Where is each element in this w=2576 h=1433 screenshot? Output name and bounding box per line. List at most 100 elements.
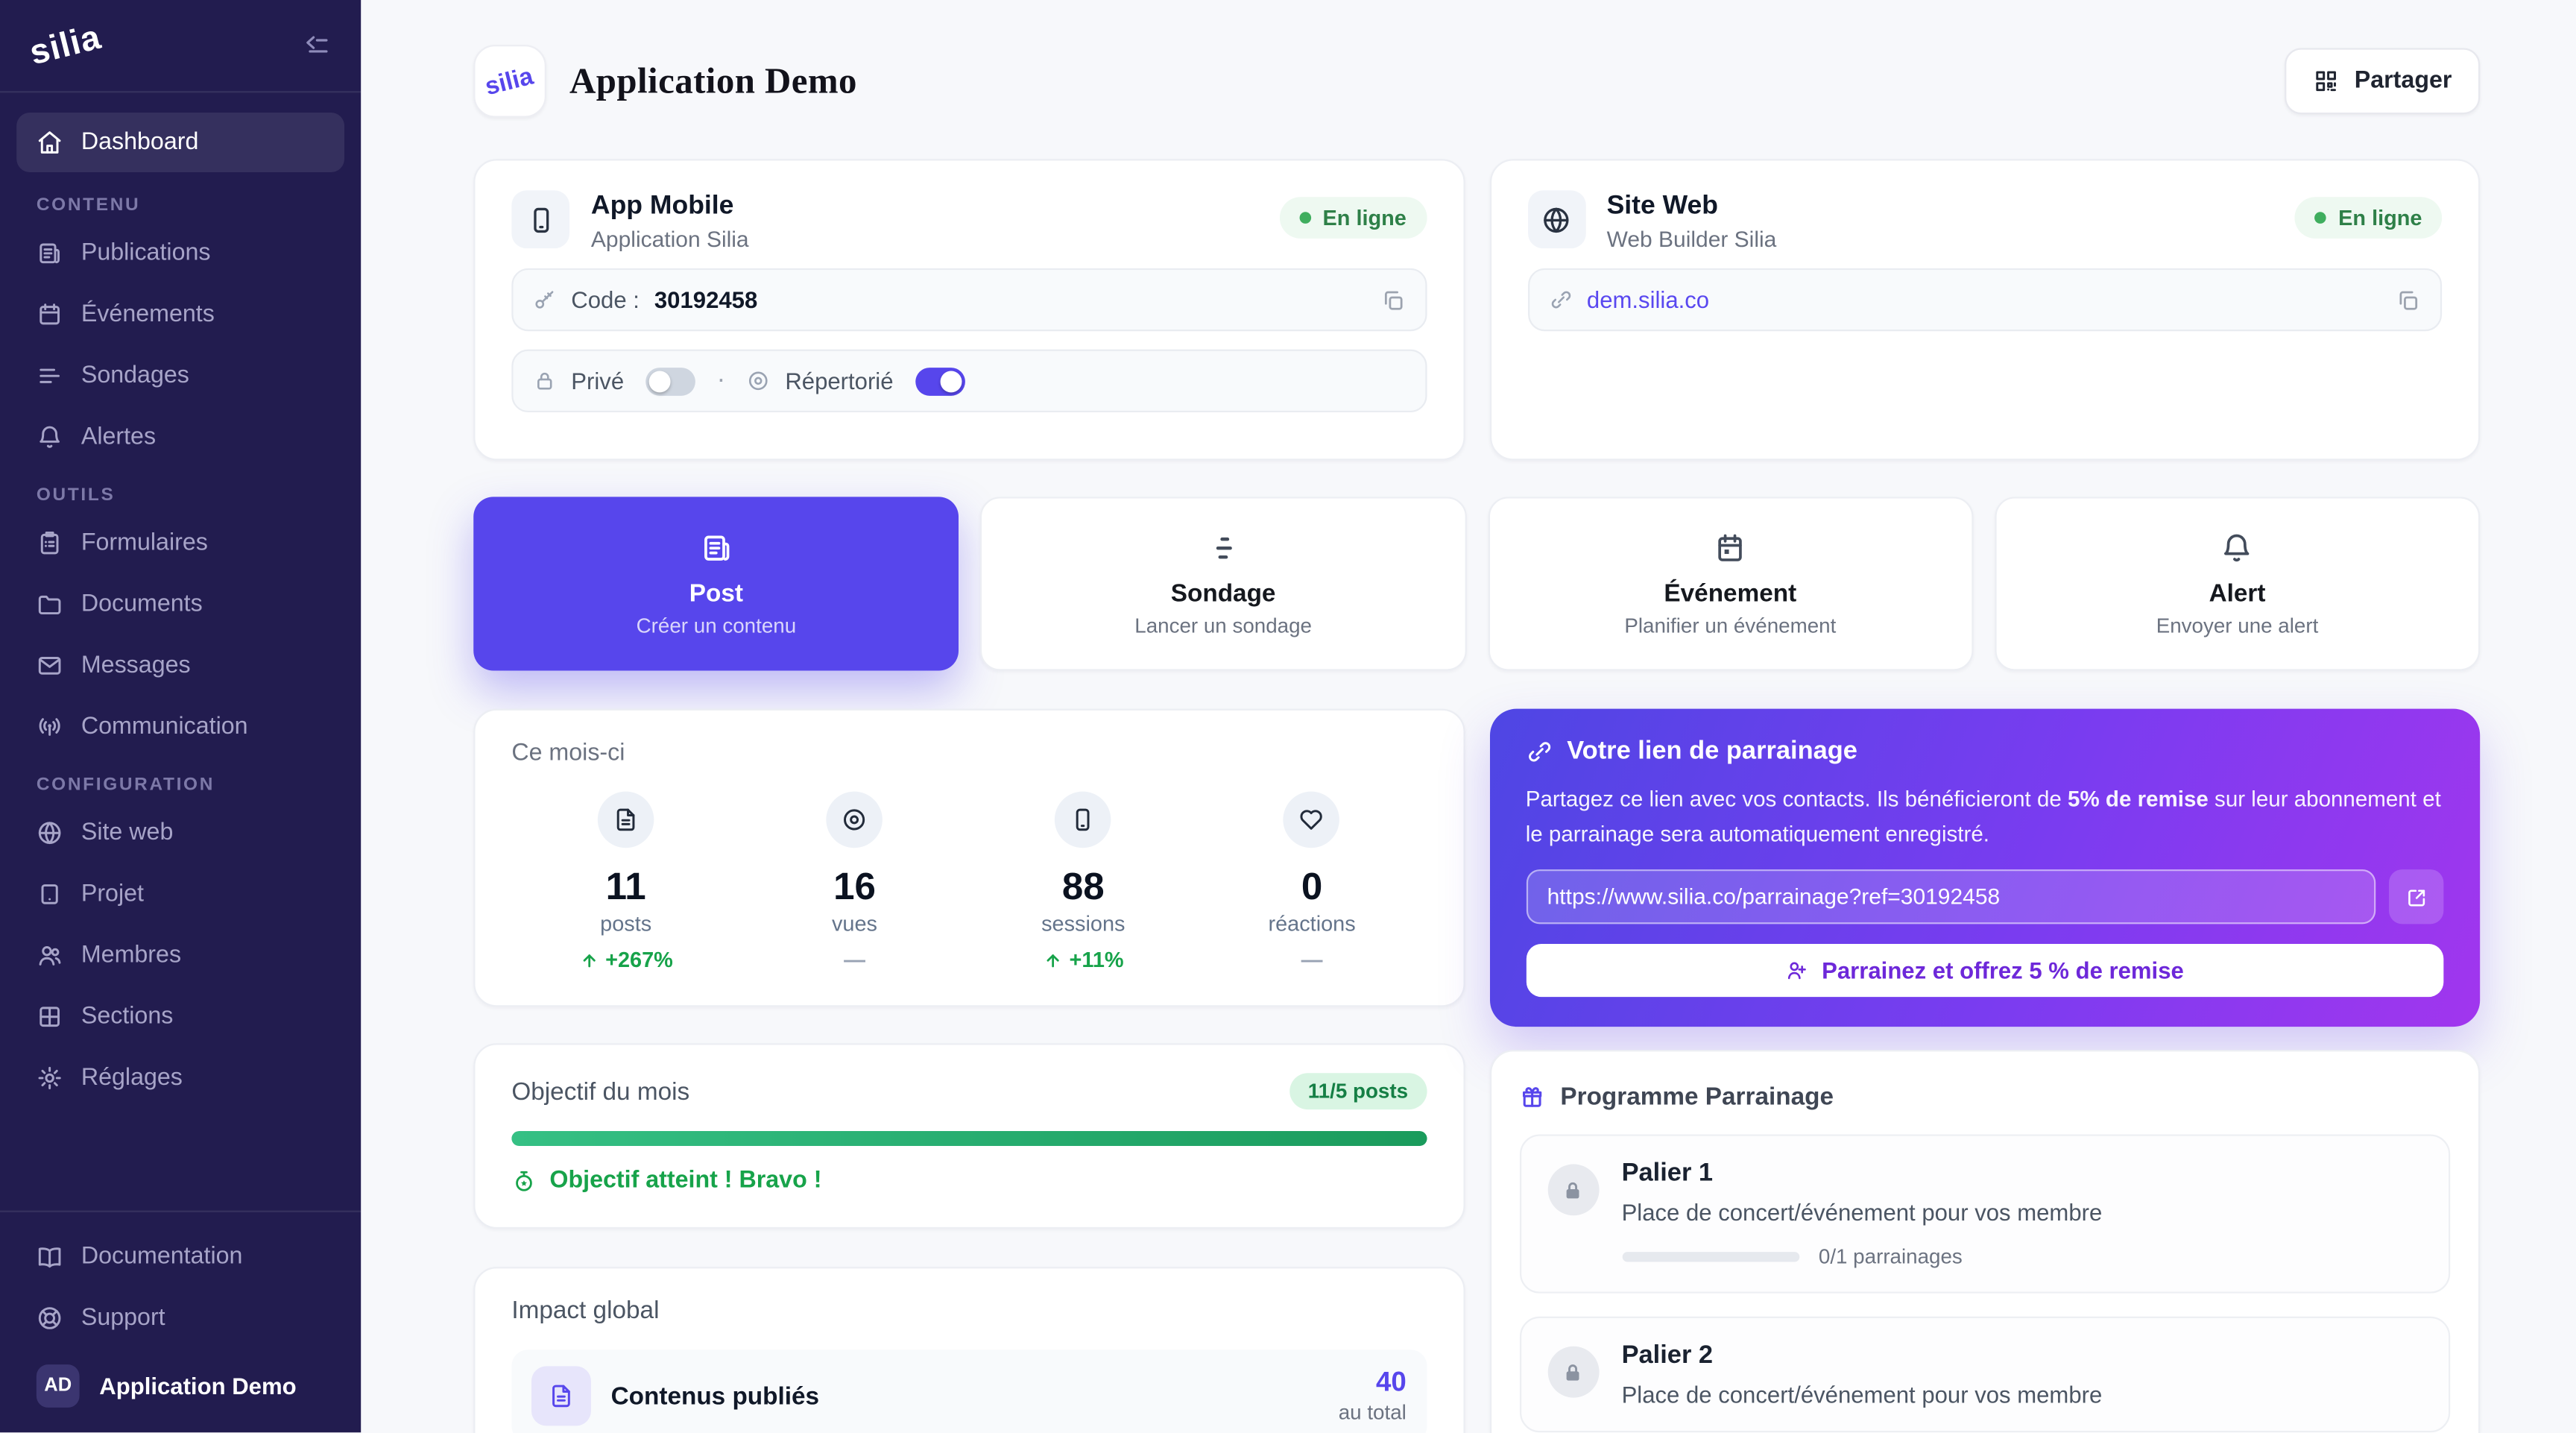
goal-card: Objectif du mois 11/5 posts Objectif att… [473, 1043, 1464, 1229]
action-description: Planifier un événement [1624, 614, 1836, 637]
tier-2: Palier 2 Place de concert/événement pour… [1519, 1317, 2450, 1432]
sidebar-item-sondages[interactable]: Sondages [16, 351, 344, 401]
goal-message-text: Objectif atteint ! Bravo ! [549, 1168, 821, 1194]
poll-lines-icon [37, 362, 63, 389]
app-mobile-titles: App Mobile Application Silia [591, 180, 749, 252]
smartphone-icon [511, 190, 569, 248]
grid-icon [37, 1004, 63, 1030]
goal-message: Objectif atteint ! Bravo ! [511, 1168, 1426, 1194]
sidebar-item-evenements[interactable]: Événements [16, 290, 344, 340]
status-badge: En ligne [1280, 197, 1427, 239]
account-row[interactable]: AD Application Demo [16, 1357, 344, 1417]
sidebar-item-dashboard[interactable]: Dashboard [16, 113, 344, 172]
app-logo-badge: silia [473, 45, 546, 118]
listed-toggle[interactable] [915, 367, 965, 395]
stat-label: posts [600, 911, 651, 936]
smartphone-icon [1055, 792, 1112, 848]
card-subtitle: Web Builder Silia [1607, 227, 1777, 251]
stat-change: +267% [579, 947, 673, 971]
tier-content: Palier 1 Place de concert/événement pour… [1622, 1159, 2103, 1269]
monthly-stats-card: Ce mois-ci 11 posts +267% [473, 709, 1464, 1007]
broadcast-icon [37, 714, 63, 740]
sidebar-item-support[interactable]: Support [16, 1294, 344, 1344]
top-cards-row: App Mobile Application Silia En ligne Co… [473, 159, 2480, 460]
sidebar-item-communication[interactable]: Communication [16, 702, 344, 752]
sidebar-item-messages[interactable]: Messages [16, 641, 344, 691]
site-url-link[interactable]: dem.silia.co [1587, 286, 1709, 313]
app-mobile-card: App Mobile Application Silia En ligne Co… [473, 159, 1464, 460]
code-label: Code : [571, 286, 640, 313]
sidebar-item-label: Communication [81, 714, 248, 740]
share-label: Partager [2355, 68, 2452, 95]
tier-1: Palier 1 Place de concert/événement pour… [1519, 1134, 2450, 1293]
referral-program-card: Programme Parrainage Palier 1 Place de c… [1489, 1050, 2480, 1433]
share-button[interactable]: Partager [2285, 48, 2480, 114]
home-icon [37, 129, 63, 156]
sidebar-item-publications[interactable]: Publications [16, 229, 344, 279]
sidebar-item-formulaires[interactable]: Formulaires [16, 518, 344, 568]
heart-icon [1284, 792, 1340, 848]
site-url-field: dem.silia.co [1527, 268, 2442, 331]
sidebar-item-reglages[interactable]: Réglages [16, 1054, 344, 1103]
sidebar-footer: Documentation Support AD Application Dem… [0, 1211, 361, 1433]
sidebar-item-sections[interactable]: Sections [16, 992, 344, 1042]
page-title: Application Demo [569, 60, 857, 103]
sidebar-item-label: Messages [81, 652, 191, 679]
action-label: Sondage [1171, 579, 1276, 607]
impact-value: 40 [1339, 1368, 1407, 1399]
copy-code-icon[interactable] [1380, 287, 1404, 312]
action-label: Alert [2209, 579, 2266, 607]
sidebar-item-site-web[interactable]: Site web [16, 808, 344, 858]
sidebar-item-label: Réglages [81, 1065, 183, 1092]
private-label: Privé [571, 368, 624, 394]
action-alert[interactable]: Alert Envoyer une alert [1995, 497, 2480, 670]
silia-logo: silia [26, 18, 105, 74]
sidebar-item-documentation[interactable]: Documentation [16, 1232, 344, 1282]
program-title: Programme Parrainage [1560, 1083, 1834, 1112]
arrow-up-icon [579, 950, 599, 970]
stat-label: vues [832, 911, 877, 936]
stat-value: 88 [1062, 864, 1105, 909]
account-name: Application Demo [99, 1373, 296, 1400]
file-text-icon [598, 792, 654, 848]
sidebar-item-membres[interactable]: Membres [16, 930, 344, 980]
calendar-icon [37, 301, 63, 328]
copy-url-icon[interactable] [2396, 287, 2420, 312]
referral-link-input[interactable] [1526, 869, 2376, 924]
open-link-button[interactable] [2389, 869, 2443, 924]
stat-value: 11 [606, 864, 646, 909]
private-toggle[interactable] [645, 367, 695, 395]
site-web-titles: Site Web Web Builder Silia [1607, 180, 1777, 252]
sidebar-item-label: Documentation [81, 1244, 243, 1271]
goal-badge: 11/5 posts [1289, 1073, 1426, 1109]
impact-row: Contenus publiés 40 au total [511, 1349, 1426, 1433]
sidebar-item-label: Dashboard [81, 129, 199, 156]
bell-icon [37, 424, 63, 451]
poll-lines-icon [1207, 531, 1240, 564]
sidebar-item-projet[interactable]: Projet [16, 869, 344, 919]
lifebuoy-icon [37, 1306, 63, 1332]
impact-row-label: Contenus publiés [611, 1382, 820, 1411]
stats-grid: 11 posts +267% 16 vues — [511, 792, 1426, 972]
folder-icon [37, 591, 63, 618]
external-link-icon [2405, 885, 2428, 908]
users-icon [37, 942, 63, 969]
sidebar-item-documents[interactable]: Documents [16, 579, 344, 629]
separator-dot: · [717, 366, 726, 396]
referral-button[interactable]: Parrainez et offrez 5 % de remise [1526, 944, 2444, 997]
status-label: En ligne [2338, 205, 2422, 230]
globe-icon [1527, 190, 1585, 248]
impact-title: Impact global [511, 1297, 1426, 1325]
referral-title-row: Votre lien de parrainage [1526, 737, 2444, 766]
action-evenement[interactable]: Événement Planifier un événement [1488, 497, 1973, 670]
collapse-sidebar-icon[interactable] [303, 31, 331, 60]
sidebar-item-alertes[interactable]: Alertes [16, 412, 344, 462]
visibility-field: Privé · Répertorié [511, 350, 1426, 412]
sidebar-section-outils: OUTILS [37, 485, 324, 506]
sidebar-item-label: Site web [81, 819, 174, 846]
disc-icon [827, 792, 883, 848]
stat-reactions: 0 réactions — [1198, 792, 1427, 972]
action-post[interactable]: Post Créer un contenu [473, 497, 959, 670]
impact-unit: au total [1339, 1401, 1407, 1424]
action-sondage[interactable]: Sondage Lancer un sondage [980, 497, 1465, 670]
